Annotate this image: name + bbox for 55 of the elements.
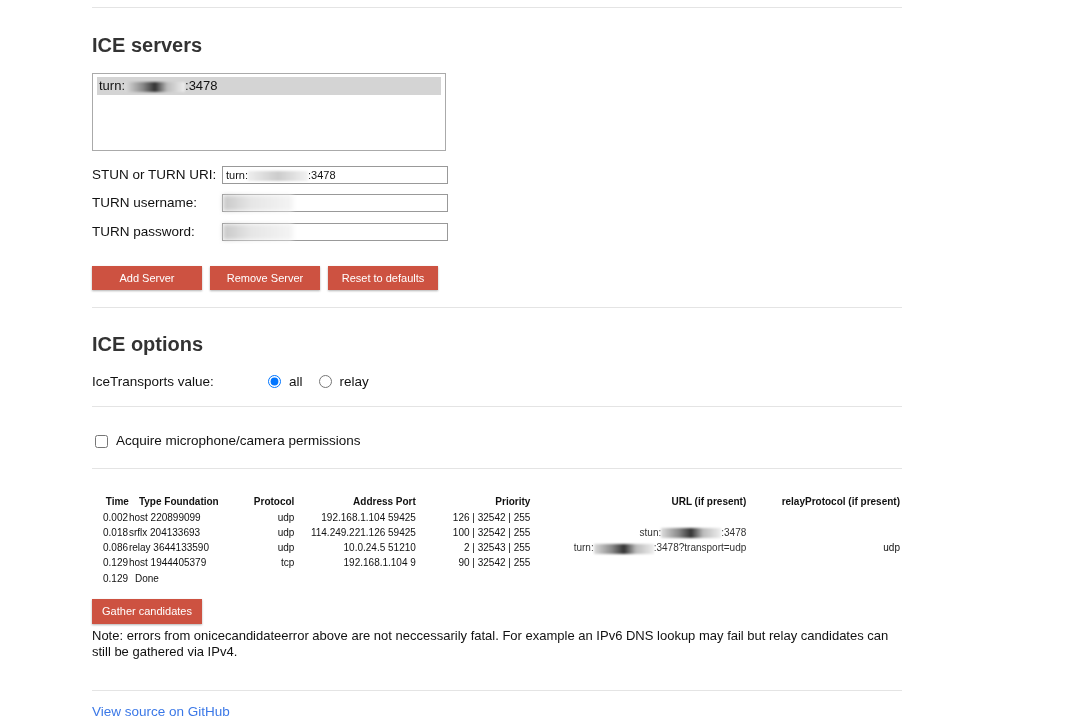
input-field[interactable] [222, 194, 448, 213]
table-cell: host 220899099 [128, 511, 201, 523]
table-cell: host 1944405379 [128, 557, 207, 569]
table-cell: 192.168.1.104 59425 [321, 511, 416, 523]
checkbox-option[interactable]: Acquire microphone/camera permissions [95, 431, 902, 452]
table-cell: udp [277, 511, 295, 523]
table-cell: udp [277, 542, 295, 554]
action-button[interactable]: Add Server [92, 265, 202, 290]
field-label: TURN username: [92, 194, 199, 213]
column-header: Protocol [252, 495, 295, 510]
radio-button[interactable] [268, 375, 281, 389]
action-button[interactable]: Remove Server [210, 265, 320, 290]
table-cell: 10.0.24.5 51210 [343, 542, 416, 554]
column-header: relayProtocol (if present) [746, 494, 900, 510]
table-cell: 0.002 [103, 511, 129, 523]
table-cell: 2 | 32543 | 255 [464, 542, 531, 554]
field-label: TURN password: [92, 222, 196, 241]
table-cell: 0.018 [103, 526, 129, 538]
column-header: Priority [415, 494, 531, 510]
section-heading: ICE options [92, 331, 205, 356]
server-list-item[interactable]: turn: :3478 [97, 77, 441, 95]
column-header: Type Foundation [128, 494, 219, 510]
radio-option[interactable]: relay [318, 371, 369, 392]
column-header: URL (if present) [530, 494, 747, 510]
input-field[interactable]: turn: :3478 [222, 166, 448, 185]
table-cell: Done [134, 572, 159, 584]
url-text: turn: :3478?transport=udp [573, 542, 747, 554]
server-list[interactable]: turn: :3478 [92, 73, 446, 151]
table-cell: udp [883, 542, 900, 554]
table-cell: tcp [281, 557, 295, 569]
table-cell: udp [277, 526, 295, 538]
column-header: Time [104, 495, 129, 510]
table-cell: 100 | 32542 | 255 [452, 526, 531, 538]
column-header: Address Port [294, 494, 416, 510]
radio-button[interactable] [318, 375, 332, 389]
input-field[interactable] [222, 222, 448, 241]
option-label: IceTransports value: [92, 372, 215, 391]
github-link[interactable]: View source on GitHub [92, 704, 230, 718]
table-cell: 0.086 [103, 542, 129, 554]
table-cell: 114.249.221.126 59425 [310, 526, 416, 538]
table-cell: 0.129 [103, 572, 129, 584]
table-cell: srflx 204133693 [128, 526, 201, 538]
table-cell: 90 | 32542 | 255 [458, 557, 531, 569]
checkbox[interactable] [95, 434, 108, 448]
section-heading: ICE servers [92, 33, 204, 57]
table-cell: 192.168.1.104 9 [343, 557, 416, 569]
table-cell: 126 | 32542 | 255 [452, 511, 531, 523]
table-cell: relay 3644133590 [128, 542, 209, 554]
gather-button[interactable]: Gather candidates [92, 599, 202, 625]
url-text: stun: :3478 [639, 526, 747, 538]
table-cell: 0.129 [103, 557, 129, 569]
note-text: Note: errors from onicecandidateerror above are not neccessarily fatal. For example an IPv6 DNS lookup may fail but relay candidates can still be gathered via IPv4. [92, 628, 890, 661]
radio-option[interactable]: all [268, 371, 303, 392]
action-button[interactable]: Reset to defaults [328, 265, 438, 290]
field-label: STUN or TURN URI: [92, 166, 218, 184]
